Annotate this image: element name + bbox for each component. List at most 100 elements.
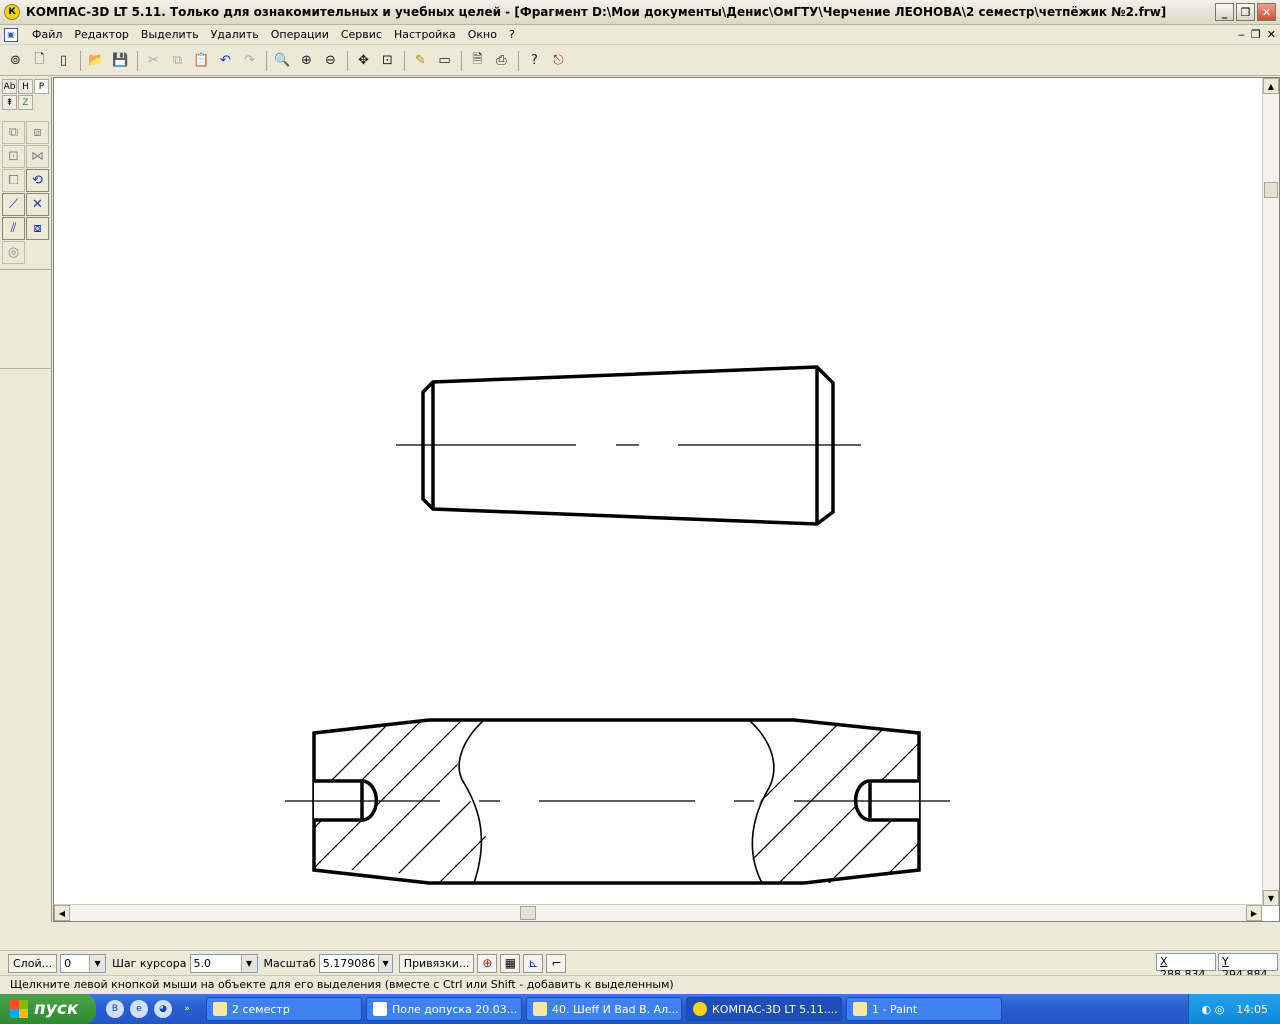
open-folder-icon[interactable]: 📂 [85, 49, 108, 72]
start-button[interactable]: пуск [0, 994, 96, 1024]
deform-tool-icon[interactable]: ⧠ [2, 169, 25, 192]
mirror-tool-icon[interactable]: ⋈ [26, 145, 49, 168]
drawing-window[interactable]: ▲ ▼ ◀ ▶ [53, 77, 1280, 922]
task-word[interactable]: Поле допуска 20.03... [366, 997, 522, 1021]
close-button[interactable]: ✕ [1257, 3, 1276, 21]
chevron-down-icon[interactable]: ▼ [240, 954, 257, 972]
undo-icon[interactable]: ↶ [214, 49, 237, 72]
print-preview-icon[interactable]: 🗎 [466, 49, 489, 72]
hatch-tool-icon[interactable]: ⫽ [2, 217, 25, 240]
quick-launch-more-icon[interactable]: » [178, 1000, 196, 1018]
menu-settings[interactable]: Настройка [388, 28, 462, 41]
doc-restore-button[interactable]: ❐ [1251, 28, 1261, 41]
edit-tab[interactable]: P [34, 79, 49, 94]
main-toolbar: ⊚ 🗋 ▯ 📂 💾 ✂ ⧉ 📋 ↶ ↷ 🔍 ⊕ ⊖ ✥ ⊡ ✎ ▭ 🗎 ⎙ ? … [0, 46, 1280, 76]
snaps-button[interactable]: Привязки... [398, 953, 475, 973]
x-label: X [1160, 955, 1168, 968]
scale-tool-icon[interactable]: ⊡ [2, 145, 25, 168]
browser-icon[interactable]: e [130, 1000, 148, 1018]
vertical-scrollbar[interactable]: ▲ ▼ [1262, 78, 1279, 906]
menu-window[interactable]: Окно [462, 28, 503, 41]
layer-button[interactable]: Слой... [8, 953, 58, 973]
save-icon[interactable]: 💾 [109, 49, 132, 72]
zoom-out-icon[interactable]: ⊖ [319, 49, 342, 72]
layer-combo[interactable]: 0 ▼ [60, 953, 107, 973]
zoom-icon[interactable]: 🔍 [271, 49, 294, 72]
scroll-right-button[interactable]: ▶ [1246, 905, 1262, 921]
new-blank-icon[interactable]: ▯ [52, 49, 75, 72]
cursor-step-combo[interactable]: 5.0 ▼ [189, 953, 258, 973]
redo-icon[interactable]: ↷ [238, 49, 261, 72]
minimize-button[interactable]: _ [1215, 3, 1234, 21]
layer-icon[interactable]: ▭ [433, 49, 456, 72]
grid-icon[interactable]: ▦ [500, 953, 521, 973]
task-label: 2 семестр [232, 1002, 290, 1016]
menu-help[interactable]: ? [503, 28, 521, 41]
scroll-left-button[interactable]: ◀ [54, 905, 70, 921]
new-document-icon[interactable]: 🗋 [28, 49, 51, 72]
break-tool-icon[interactable]: ✕ [26, 193, 49, 216]
document-icon[interactable]: ▣ [4, 27, 18, 42]
menu-delete[interactable]: Удалить [205, 28, 265, 41]
menu-operations[interactable]: Операции [265, 28, 335, 41]
task-kompas[interactable]: КОМПАС-3D LT 5.11.... [686, 997, 842, 1021]
layer-value: 0 [64, 956, 72, 970]
scroll-down-button[interactable]: ▼ [1263, 890, 1279, 906]
dimensions-tab[interactable]: H [18, 79, 33, 94]
maximize-button[interactable]: ❐ [1236, 3, 1255, 21]
windows-logo-icon [10, 1000, 28, 1018]
horizontal-scroll-thumb[interactable] [520, 906, 536, 920]
text-tab[interactable]: Ab [2, 79, 17, 94]
ortho-mode-icon[interactable]: ⌐ [546, 953, 567, 973]
quick-launch-app-icon[interactable]: B [106, 1000, 124, 1018]
task-folder[interactable]: 2 семестр [206, 997, 362, 1021]
start-label: пуск [34, 999, 79, 1019]
menu-service[interactable]: Сервис [335, 28, 388, 41]
window-controls: _ ❐ ✕ [1215, 3, 1276, 21]
help-icon[interactable]: ? [523, 49, 546, 72]
snap-point-icon[interactable]: ⊕ [477, 953, 498, 973]
pan-icon[interactable]: ✥ [352, 49, 375, 72]
cut-icon[interactable]: ✂ [142, 49, 165, 72]
menu-editor[interactable]: Редактор [68, 28, 135, 41]
document-window-controls: ‒ ❐ ✕ [1238, 28, 1276, 41]
rotate-tool-icon[interactable]: ⟲ [26, 169, 49, 192]
chevron-down-icon[interactable]: ▼ [89, 954, 106, 972]
menu-file[interactable]: Файл [26, 28, 68, 41]
panda-icon[interactable]: ◕ [154, 1000, 172, 1018]
system-tray: ◐ ◎ 14:05 [1188, 994, 1280, 1024]
task-paint[interactable]: 1 - Paint [846, 997, 1002, 1021]
new-fragment-icon[interactable]: ⊚ [4, 49, 27, 72]
horizontal-scrollbar[interactable]: ◀ ▶ [54, 904, 1262, 921]
kompas-app-icon[interactable]: К [4, 4, 20, 20]
doc-minimize-button[interactable]: ‒ [1238, 28, 1245, 41]
trim-tool-icon[interactable]: ⟋ [2, 193, 25, 216]
local-cs-icon[interactable]: ⊾ [523, 953, 544, 973]
tool-panel-tabs: Ab H P ⇞ Z [0, 77, 52, 113]
clip-tool-icon[interactable]: ⧇ [26, 217, 49, 240]
copy-icon[interactable]: ⧉ [166, 49, 189, 72]
tool-panel: Ab H P ⇞ Z ⧉ ⧈ ⊡ ⋈ ⧠ ⟲ ⟋ ✕ ⫽ ⧇ ◎ [0, 77, 52, 922]
tray-icons[interactable]: ◐ ◎ [1202, 1003, 1225, 1016]
drawing-canvas[interactable] [54, 78, 1262, 906]
move-tool-icon[interactable]: ⧉ [2, 121, 25, 144]
doc-close-button[interactable]: ✕ [1267, 28, 1276, 41]
zoom-fit-icon[interactable]: ⊡ [376, 49, 399, 72]
properties-icon[interactable]: ✎ [409, 49, 432, 72]
paste-icon[interactable]: 📋 [190, 49, 213, 72]
chevron-down-icon[interactable]: ▼ [378, 954, 392, 972]
scroll-up-button[interactable]: ▲ [1263, 78, 1279, 94]
copy-tool-icon[interactable]: ⧈ [26, 121, 49, 144]
zoom-in-icon[interactable]: ⊕ [295, 49, 318, 72]
menu-select[interactable]: Выделить [135, 28, 205, 41]
cursor-step-value: 5.0 [193, 956, 212, 970]
task-media[interactable]: 40. Шeff И Bad B. Ал... [526, 997, 682, 1021]
x-coordinate: X 288.834 [1156, 953, 1216, 981]
vertical-scroll-thumb[interactable] [1264, 182, 1278, 198]
measure-tab[interactable]: ⇞ [2, 95, 17, 110]
select-tab[interactable]: Z [18, 95, 33, 110]
print-icon[interactable]: ⎙ [490, 49, 513, 72]
scale-combo[interactable]: 5.179086 ▼ [318, 953, 393, 973]
round-tool-icon[interactable]: ◎ [2, 241, 25, 264]
exit-icon[interactable]: ⎋ [547, 49, 570, 72]
